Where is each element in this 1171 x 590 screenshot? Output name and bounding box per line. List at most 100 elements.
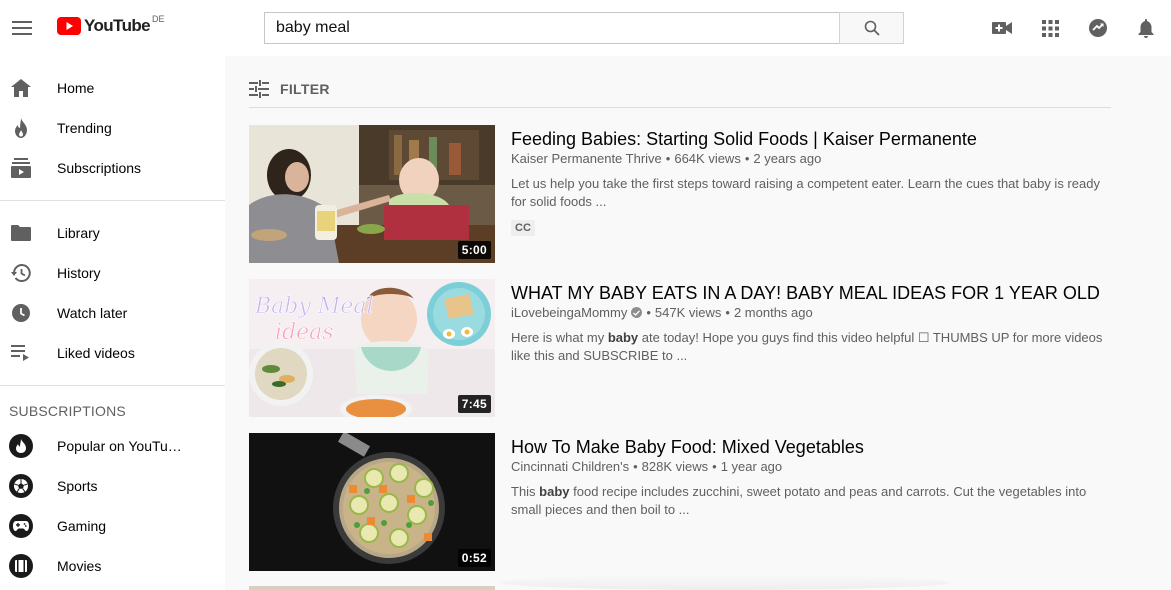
description-text: Here is what my bbox=[511, 330, 608, 345]
meta-separator: • bbox=[744, 151, 750, 166]
sidebar-sub-label: Sports bbox=[57, 478, 98, 494]
channel-name[interactable]: Cincinnati Children's bbox=[511, 459, 629, 474]
sidebar-item-home[interactable]: Home bbox=[0, 68, 225, 108]
gaming-channel-icon bbox=[9, 514, 33, 538]
video-result: 5:00 Feeding Babies: Starting Solid Food… bbox=[249, 125, 1111, 263]
video-meta: Kaiser Permanente Thrive • 664K views • … bbox=[511, 151, 821, 166]
sidebar-divider bbox=[0, 200, 225, 201]
description-highlight: baby bbox=[539, 484, 570, 499]
cc-badge: CC bbox=[511, 220, 535, 236]
messages-icon[interactable] bbox=[1086, 16, 1110, 40]
video-title[interactable]: Feeding Babies: Starting Solid Foods | K… bbox=[511, 127, 977, 151]
sidebar-item-watch-later[interactable]: Watch later bbox=[0, 293, 225, 333]
search-icon bbox=[864, 20, 880, 36]
home-icon bbox=[10, 77, 32, 99]
library-icon bbox=[10, 222, 32, 244]
sidebar-item-label: Trending bbox=[57, 120, 112, 136]
description-text: food recipe includes zucchini, sweet pot… bbox=[569, 484, 1087, 499]
video-meta: iLovebeingaMommy • 547K views • 2 months… bbox=[511, 305, 813, 320]
notifications-bell-icon[interactable] bbox=[1134, 16, 1158, 40]
filter-button[interactable]: FILTER bbox=[249, 80, 330, 98]
meta-separator: • bbox=[665, 151, 671, 166]
sidebar-sub-label: Movies bbox=[57, 558, 102, 574]
filter-sliders-icon bbox=[249, 80, 269, 98]
filter-bar: FILTER bbox=[249, 78, 1111, 108]
meta-separator: • bbox=[725, 305, 730, 320]
sidebar-item-history[interactable]: History bbox=[0, 253, 225, 293]
video-description: Here is what my baby ate today! Hope you… bbox=[511, 329, 1111, 365]
liked-videos-icon bbox=[10, 342, 32, 364]
popular-channel-icon bbox=[9, 434, 33, 458]
subscriptions-heading: SUBSCRIPTIONS bbox=[9, 403, 126, 419]
verified-check-icon bbox=[631, 307, 643, 318]
sidebar-sub-movies[interactable]: Movies bbox=[0, 546, 225, 586]
trending-icon bbox=[10, 117, 32, 139]
subscriptions-icon bbox=[10, 157, 32, 179]
description-line: Let us help you take the first steps tow… bbox=[511, 176, 1100, 191]
description-text: ate today! Hope you guys find this video… bbox=[638, 330, 1103, 345]
sidebar-sub-label: Popular on YouTu… bbox=[57, 438, 182, 454]
description-text: This bbox=[511, 484, 540, 499]
video-result: 0:52 How To Make Baby Food: Mixed Vegeta… bbox=[249, 433, 1111, 571]
sidebar-item-library[interactable]: Library bbox=[0, 213, 225, 253]
sidebar-item-label: History bbox=[57, 265, 101, 281]
video-duration: 7:45 bbox=[457, 395, 491, 413]
video-thumbnail[interactable]: 5:00 bbox=[249, 125, 495, 263]
sidebar-item-subscriptions[interactable]: Subscriptions bbox=[0, 148, 225, 188]
channel-name[interactable]: iLovebeingaMommy bbox=[511, 305, 627, 320]
sidebar-item-trending[interactable]: Trending bbox=[0, 108, 225, 148]
video-description: This baby food recipe includes zucchini,… bbox=[511, 483, 1111, 519]
watch-later-icon bbox=[10, 302, 32, 324]
sidebar-divider bbox=[0, 385, 225, 386]
youtube-play-icon bbox=[57, 17, 81, 35]
next-video-thumbnail-peek[interactable] bbox=[249, 586, 495, 590]
video-result: Baby Meal ideas 7:45 WHAT MY BABY EATS I… bbox=[249, 279, 1111, 417]
movies-channel-icon bbox=[9, 554, 33, 578]
upload-age: 1 year ago bbox=[720, 459, 783, 474]
sidebar-item-liked-videos[interactable]: Liked videos bbox=[0, 333, 225, 373]
video-description: Let us help you take the first steps tow… bbox=[511, 175, 1111, 211]
upload-age: 2 years ago bbox=[753, 151, 822, 166]
meta-separator: • bbox=[712, 459, 717, 474]
video-thumbnail[interactable]: Baby Meal ideas 7:45 bbox=[249, 279, 495, 417]
video-thumbnail[interactable]: 0:52 bbox=[249, 433, 495, 571]
description-line: small pieces and then boil to ... bbox=[511, 502, 690, 517]
sidebar-item-label: Library bbox=[57, 225, 100, 241]
menu-icon[interactable] bbox=[8, 14, 36, 42]
video-title[interactable]: WHAT MY BABY EATS IN A DAY! BABY MEAL ID… bbox=[511, 281, 1100, 305]
sidebar-item-label: Home bbox=[57, 80, 95, 96]
view-count: 828K views bbox=[641, 459, 709, 474]
description-line: for solid foods ... bbox=[511, 194, 607, 209]
sidebar: Home Trending Subscriptions Library Hist… bbox=[0, 56, 225, 590]
region-code: DE bbox=[152, 14, 165, 24]
sidebar-item-label: Subscriptions bbox=[57, 160, 142, 176]
youtube-logo[interactable]: YouTube DE bbox=[57, 14, 165, 35]
upload-age: 2 months ago bbox=[733, 305, 813, 320]
sidebar-item-label: Watch later bbox=[57, 305, 128, 321]
apps-grid-icon[interactable] bbox=[1038, 16, 1062, 40]
channel-name[interactable]: Kaiser Permanente Thrive bbox=[511, 151, 662, 166]
video-title[interactable]: How To Make Baby Food: Mixed Vegetables bbox=[511, 435, 864, 459]
filter-label: FILTER bbox=[280, 81, 330, 97]
view-count: 547K views bbox=[654, 305, 722, 320]
video-duration: 5:00 bbox=[457, 241, 491, 259]
toast-shadow bbox=[500, 575, 950, 590]
create-video-icon[interactable] bbox=[990, 16, 1014, 40]
sidebar-sub-label: Gaming bbox=[57, 518, 107, 534]
svg-text:Baby Meal: Baby Meal bbox=[254, 294, 374, 319]
sidebar-sub-sports[interactable]: Sports bbox=[0, 466, 225, 506]
history-icon bbox=[10, 262, 32, 284]
description-highlight: baby bbox=[607, 330, 639, 345]
sports-channel-icon bbox=[9, 474, 33, 498]
description-line: like this and SUBSCRIBE to ... bbox=[511, 348, 688, 363]
meta-separator: • bbox=[646, 305, 651, 320]
sidebar-sub-gaming[interactable]: Gaming bbox=[0, 506, 225, 546]
sidebar-sub-popular[interactable]: Popular on YouTu… bbox=[0, 426, 225, 466]
video-duration: 0:52 bbox=[457, 549, 491, 567]
meta-separator: • bbox=[633, 459, 638, 474]
search-input[interactable] bbox=[265, 13, 840, 43]
description-line: Here is what my baby ate today! Hope you… bbox=[511, 329, 1111, 347]
search-button[interactable] bbox=[839, 12, 904, 44]
svg-text:ideas: ideas bbox=[275, 320, 334, 345]
video-meta: Cincinnati Children's • 828K views • 1 y… bbox=[511, 459, 782, 474]
